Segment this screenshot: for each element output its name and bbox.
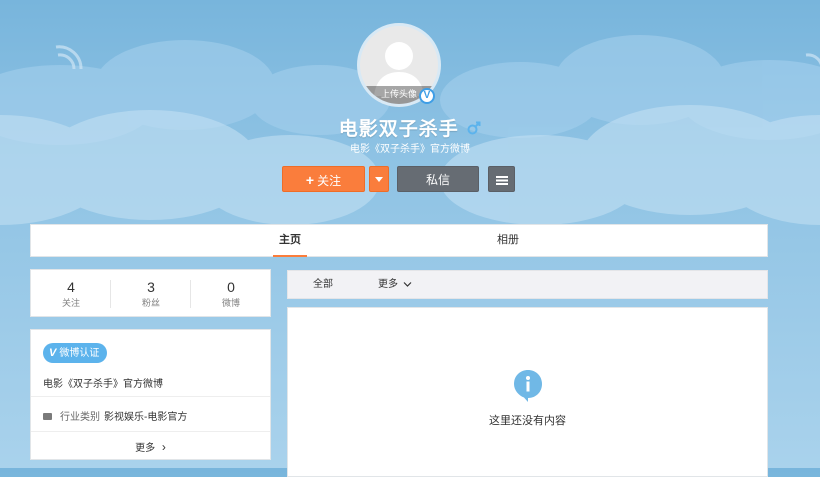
plus-icon: + xyxy=(305,172,315,188)
stat-posts-value: 0 xyxy=(227,279,235,295)
stat-followers[interactable]: 3 粉丝 xyxy=(111,278,191,310)
caret-down-icon xyxy=(375,177,383,182)
stat-posts-label: 微博 xyxy=(221,298,240,308)
follow-dropdown-button[interactable] xyxy=(369,166,389,192)
info-card: V 微博认证 电影《双子杀手》官方微博 行业类别 影视娱乐-电影官方 更多 › xyxy=(30,329,271,460)
info-divider xyxy=(31,396,270,397)
message-button[interactable]: 私信 xyxy=(397,166,479,192)
profile-name: 电影双子杀手 xyxy=(338,119,459,140)
chevron-down-icon xyxy=(403,281,412,287)
weibo-verified-label: 微博认证 xyxy=(59,348,100,359)
profile-page: 上传头像 V 电影双子杀手 电影《双子杀手》官方微博 + 关注 私信 主页 相册 … xyxy=(0,0,820,477)
chevron-right-icon: › xyxy=(161,440,166,454)
tab-home[interactable]: 主页 xyxy=(273,225,307,257)
info-divider xyxy=(31,431,270,432)
follow-button[interactable]: + 关注 xyxy=(282,166,365,192)
briefcase-icon xyxy=(43,412,52,420)
verified-v-icon: V xyxy=(49,347,57,359)
filter-all[interactable]: 全部 xyxy=(313,271,333,298)
info-more-label: 更多 xyxy=(135,443,156,454)
verified-badge-icon: V xyxy=(419,88,435,104)
info-more-link[interactable]: 更多 › xyxy=(31,439,270,454)
weibo-verified-tag[interactable]: V 微博认证 xyxy=(43,343,108,363)
filter-more-label: 更多 xyxy=(378,279,398,290)
industry-value: 影视娱乐-电影官方 xyxy=(104,412,188,423)
stat-posts[interactable]: 0 微博 xyxy=(191,278,271,310)
feed-filter-bar: 全部 更多 xyxy=(287,270,768,299)
follow-label: 关注 xyxy=(317,174,342,188)
feed-content: 这里还没有内容 xyxy=(287,307,768,477)
verification-text: 电影《双子杀手》官方微博 xyxy=(43,379,163,390)
empty-state-text: 这里还没有内容 xyxy=(489,415,566,427)
stats-card: 4 关注 3 粉丝 0 微博 xyxy=(30,269,271,317)
filter-more-dropdown[interactable]: 更多 xyxy=(378,271,412,298)
tab-album[interactable]: 相册 xyxy=(491,225,525,257)
industry-key: 行业类别 xyxy=(60,412,100,423)
profile-tab-bar: 主页 相册 xyxy=(30,224,768,257)
stat-followers-label: 粉丝 xyxy=(141,298,160,308)
stat-following-value: 4 xyxy=(67,279,75,295)
info-icon xyxy=(514,370,542,402)
industry-row: 行业类别 影视娱乐-电影官方 xyxy=(43,408,187,423)
stat-followers-value: 3 xyxy=(147,279,155,295)
hamburger-icon xyxy=(495,176,508,185)
more-menu-button[interactable] xyxy=(488,166,515,192)
stat-following-label: 关注 xyxy=(61,298,80,308)
profile-name-row: 电影双子杀手 xyxy=(0,114,820,140)
profile-description: 电影《双子杀手》官方微博 xyxy=(350,144,470,155)
male-gender-icon xyxy=(467,121,481,134)
stat-following[interactable]: 4 关注 xyxy=(31,278,111,310)
